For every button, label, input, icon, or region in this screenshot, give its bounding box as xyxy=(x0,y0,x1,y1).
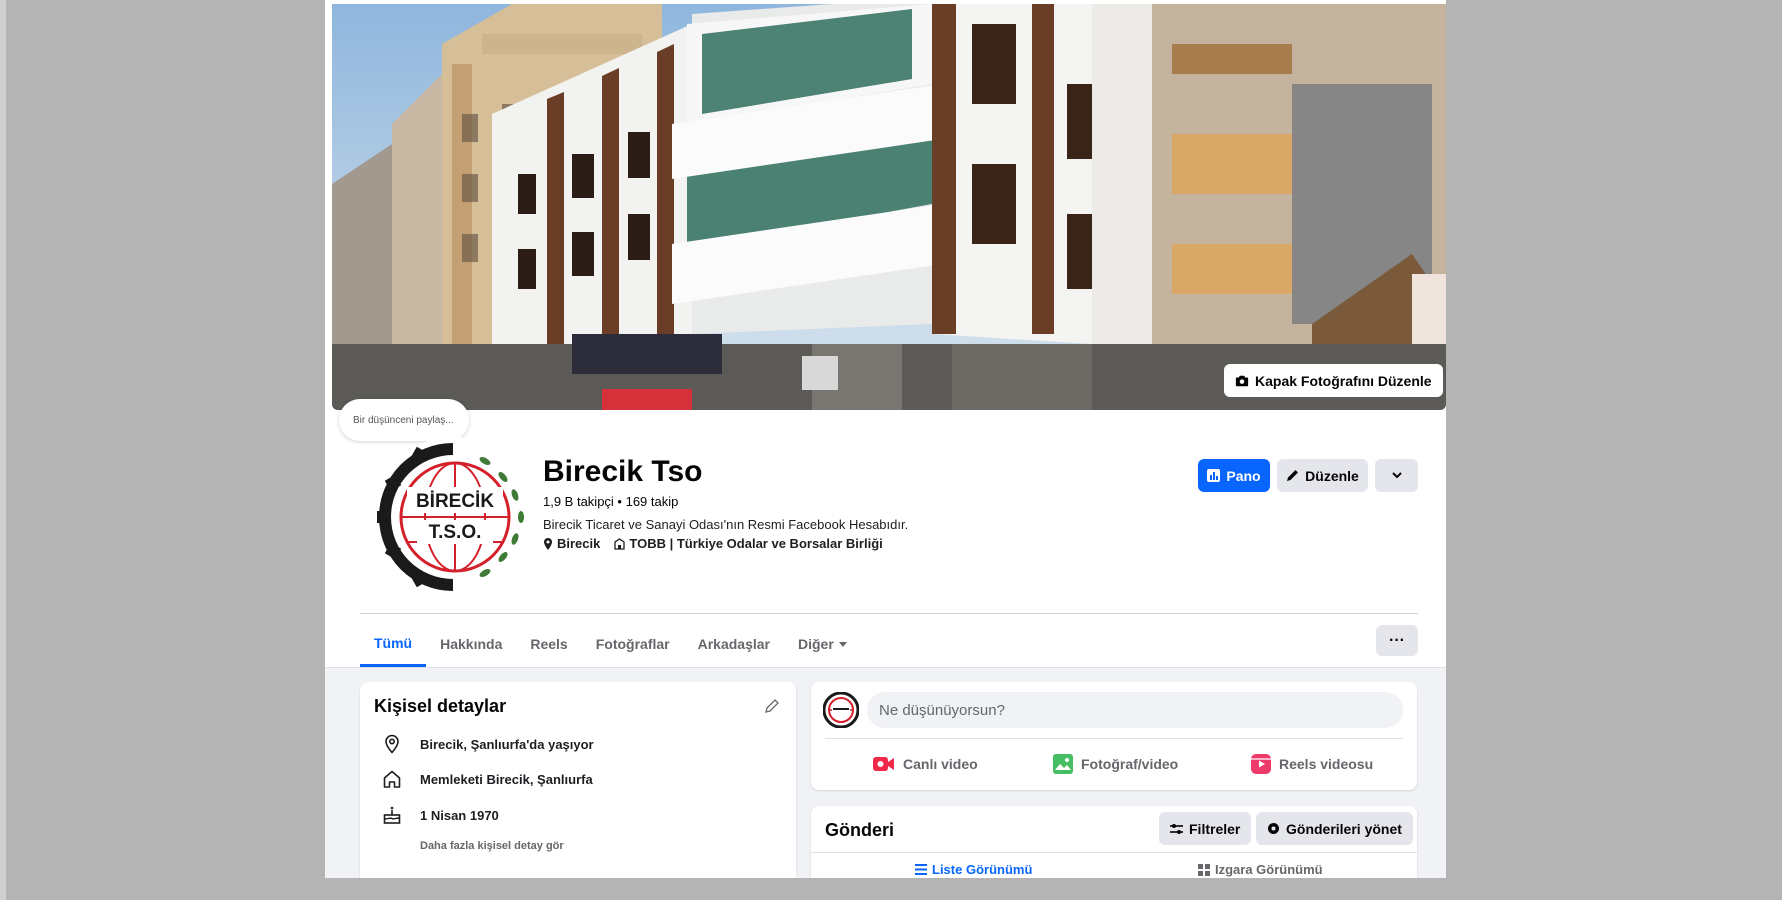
tabs-underline xyxy=(325,667,1446,668)
filters-label: Filtreler xyxy=(1189,820,1241,837)
filter-icon xyxy=(1170,823,1183,834)
post-composer: Ne düşünüyorsun? Canlı video Fotoğraf/vi… xyxy=(811,682,1417,790)
edit-cover-photo-button[interactable]: Kapak Fotoğrafını Düzenle xyxy=(1224,364,1443,397)
tab-photos[interactable]: Fotoğraflar xyxy=(582,621,684,667)
birthday-cake-icon xyxy=(383,806,401,824)
manage-posts-button[interactable]: Gönderileri yönet xyxy=(1256,812,1413,845)
list-view-label: Liste Görünümü xyxy=(932,862,1033,877)
intro-card: Kişisel detaylar Birecik, Şanlıurfa'da y… xyxy=(360,682,796,878)
edit-cover-label: Kapak Fotoğrafını Düzenle xyxy=(1255,372,1432,389)
thought-placeholder: Bir düşünceni paylaş... xyxy=(353,414,454,426)
logo-text-bottom: T.S.O. xyxy=(429,522,482,543)
pencil-icon xyxy=(1287,470,1299,481)
tab-about[interactable]: Hakkında xyxy=(426,621,516,667)
composer-placeholder: Ne düşünüyorsun? xyxy=(879,701,1005,719)
profile-divider xyxy=(360,613,1418,614)
profile-bio: Birecik Ticaret ve Sanayi Odası'nın Resm… xyxy=(543,517,909,532)
posts-divider xyxy=(811,852,1417,853)
edit-profile-label: Düzenle xyxy=(1305,467,1359,484)
caret-down-icon xyxy=(838,641,847,647)
location-label: Birecik xyxy=(557,536,601,551)
grid-view-tab[interactable]: Izgara Görünümü xyxy=(1198,862,1323,877)
lives-in-label: Birecik, Şanlıurfa'da yaşıyor xyxy=(420,736,594,752)
photo-video-button[interactable]: Fotoğraf/video xyxy=(1053,744,1178,784)
photo-video-label: Fotoğraf/video xyxy=(1081,756,1179,772)
birthday-label: 1 Nisan 1970 xyxy=(420,807,499,823)
cover-image xyxy=(332,4,1446,410)
list-icon xyxy=(915,864,927,875)
cover-photo[interactable]: Kapak Fotoğrafını Düzenle xyxy=(332,4,1446,410)
filters-button[interactable]: Filtreler xyxy=(1159,812,1252,845)
reels-icon xyxy=(1251,754,1271,774)
organization-label: TOBB | Türkiye Odalar ve Borsalar Birliğ… xyxy=(629,536,883,551)
location-pin-icon xyxy=(385,734,399,754)
more-icon: ··· xyxy=(1389,631,1405,649)
composer-divider xyxy=(825,738,1403,739)
location-item[interactable]: Birecik xyxy=(543,536,600,551)
grid-view-label: Izgara Görünümü xyxy=(1215,862,1323,877)
live-video-icon xyxy=(873,757,894,771)
photo-icon xyxy=(1053,754,1073,774)
profile-options-button[interactable] xyxy=(1375,459,1418,492)
profile-name: Birecik Tso xyxy=(543,455,703,488)
live-video-label: Canlı video xyxy=(903,756,978,772)
dashboard-icon xyxy=(1207,469,1221,482)
home-icon xyxy=(383,770,401,788)
posts-card: Gönderi Filtreler Gönderileri yönet List… xyxy=(811,806,1417,878)
edit-profile-button[interactable]: Düzenle xyxy=(1277,459,1368,492)
live-video-button[interactable]: Canlı video xyxy=(873,744,978,784)
lives-in-row: Birecik, Şanlıurfa'da yaşıyor xyxy=(382,734,594,754)
hometown-label: Memleketi Birecik, Şanlıurfa xyxy=(420,771,593,787)
dashboard-button[interactable]: Pano xyxy=(1198,459,1270,492)
profile-tabs: Tümü Hakkında Reels Fotoğraflar Arkadaşl… xyxy=(360,621,861,667)
tab-more[interactable]: Diğer xyxy=(784,621,861,667)
location-pin-icon xyxy=(544,537,552,550)
list-view-tab[interactable]: Liste Görünümü xyxy=(915,862,1032,877)
share-thought-bubble[interactable]: Bir düşünceni paylaş... xyxy=(339,399,469,441)
tab-label: Tümü xyxy=(374,634,413,651)
follower-count[interactable]: 1,9 B takipçi • 169 takip xyxy=(543,494,678,509)
tab-label: Fotoğraflar xyxy=(595,636,670,652)
birthday-row: 1 Nisan 1970 xyxy=(382,805,499,825)
tabs-more-button[interactable]: ··· xyxy=(1376,625,1418,656)
tab-reels[interactable]: Reels xyxy=(516,621,581,667)
profile-meta: Birecik TOBB | Türkiye Odalar ve Borsala… xyxy=(543,536,883,551)
gear-icon xyxy=(1268,823,1279,834)
building-icon xyxy=(614,537,626,550)
composer-avatar[interactable] xyxy=(822,691,860,729)
profile-picture[interactable]: BİRECİK T.S.O. xyxy=(373,437,533,597)
window-left-edge xyxy=(0,0,6,900)
dashboard-label: Pano xyxy=(1226,467,1261,484)
tab-label: Hakkında xyxy=(440,636,503,652)
organization-item[interactable]: TOBB | Türkiye Odalar ve Borsalar Birliğ… xyxy=(614,536,883,551)
logo-text-top: BİRECİK xyxy=(416,491,494,512)
hometown-row: Memleketi Birecik, Şanlıurfa xyxy=(382,769,593,789)
reels-video-label: Reels videosu xyxy=(1279,756,1374,772)
camera-icon xyxy=(1235,374,1249,388)
reels-video-button[interactable]: Reels videosu xyxy=(1251,744,1373,784)
grid-icon xyxy=(1198,863,1210,876)
birecik-tso-logo: BİRECİK T.S.O. xyxy=(375,439,531,595)
tab-label: Diğer xyxy=(798,636,834,652)
tab-all[interactable]: Tümü xyxy=(360,621,427,667)
manage-posts-label: Gönderileri yönet xyxy=(1286,820,1402,837)
edit-details-icon[interactable] xyxy=(764,698,780,719)
tab-friends[interactable]: Arkadaşlar xyxy=(684,621,784,667)
intro-title: Kişisel detaylar xyxy=(374,696,507,716)
tab-label: Reels xyxy=(530,636,568,652)
profile-page: Kapak Fotoğrafını Düzenle Bir düşünceni … xyxy=(325,0,1446,878)
see-more-details-link[interactable]: Daha fazla kişisel detay gör xyxy=(420,840,564,852)
tab-label: Arkadaşlar xyxy=(697,636,770,652)
chevron-down-icon xyxy=(1391,472,1402,479)
whats-on-your-mind-input[interactable]: Ne düşünüyorsun? xyxy=(867,692,1403,728)
posts-title: Gönderi xyxy=(825,820,895,840)
